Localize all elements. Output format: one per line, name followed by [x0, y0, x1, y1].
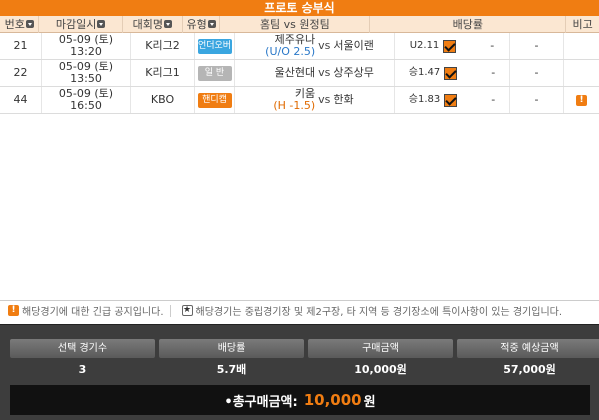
table-row: 44 05-09 (토) 16:50 KBO 핸디캡 키움 (H -1.5) vs … — [0, 87, 599, 114]
match-teams: 키움 (H -1.5) vs 한화 — [235, 87, 395, 113]
col-header-number[interactable]: 번호 — [0, 16, 40, 33]
table-row: 22 05-09 (토) 13:50 K리그1 일 반 울산현대 vs 상주상무 … — [0, 60, 599, 87]
match-table: 번호 마감일시 대회명 유형 홈팀 vs 원정팀 배당률 비고 21 05-09… — [0, 16, 599, 114]
summary-header-expected: 적중 예상금액 — [457, 339, 599, 358]
summary-header-games: 선택 경기수 — [10, 339, 155, 358]
selected-games-count: 3 — [78, 363, 87, 376]
col-header-type[interactable]: 유형 — [183, 16, 221, 33]
match-number: 22 — [0, 60, 42, 86]
total-odds: 5.7배 — [216, 363, 247, 376]
odds-away: - — [510, 60, 564, 86]
col-header-league[interactable]: 대회명 — [123, 16, 183, 33]
odds-value: U2.11 — [409, 40, 440, 51]
odds-selection[interactable]: 승1.47 - — [395, 60, 510, 86]
expected-winnings: 57,000원 — [503, 363, 556, 376]
handicap-label: (H -1.5) — [273, 99, 316, 112]
match-teams: 제주유나 (U/O 2.5) vs 서울이랜 — [235, 33, 395, 59]
col-header-note: 비고 — [572, 18, 593, 31]
total-amount: 10,000 — [303, 391, 362, 409]
summary-values: 3 5.7배 10,000원 57,000원 — [10, 363, 599, 377]
odds-selection[interactable]: 승1.83 - — [395, 87, 510, 113]
sort-icon — [25, 20, 34, 28]
odds-value: 승1.83 — [408, 94, 441, 105]
table-header: 번호 마감일시 대회명 유형 홈팀 vs 원정팀 배당률 비고 — [0, 16, 599, 33]
odds-draw: - — [491, 93, 496, 106]
urgent-notice-text: 해당경기에 대한 긴급 공지입니다. — [22, 307, 164, 318]
notice-bar: ! 해당경기에 대한 긴급 공지입니다. ★ 해당경기는 중립경기장 및 제2구… — [0, 300, 599, 320]
odds-checkbox[interactable] — [444, 93, 458, 107]
home-team: 울산현대 — [274, 66, 316, 79]
type-badge: 언더오버 — [197, 38, 232, 54]
warning-icon[interactable]: ! — [576, 94, 587, 106]
odds-draw: - — [490, 39, 495, 52]
match-teams: 울산현대 vs 상주상무 — [235, 60, 395, 86]
league: KBO — [131, 87, 195, 113]
deadline: 05-09 (토) 13:50 — [42, 60, 131, 86]
note-cell: ! — [564, 87, 599, 113]
total-label: •총구매금액: — [224, 394, 298, 410]
odds-away: - — [510, 33, 564, 59]
type-badge: 핸디캡 — [197, 92, 232, 108]
urgent-notice-icon: ! — [8, 305, 19, 316]
match-number: 21 — [0, 33, 42, 59]
venue-notice-text: 해당경기는 중립경기장 및 제2구장, 타 지역 등 경기장소에 특이사항이 있… — [195, 307, 563, 318]
vs-label: vs — [318, 93, 331, 106]
sort-icon — [207, 20, 216, 28]
odds-selection[interactable]: U2.11 - — [395, 33, 510, 59]
deadline: 05-09 (토) 13:20 — [42, 33, 131, 59]
summary-header-amount: 구매금액 — [308, 339, 453, 358]
deadline: 05-09 (토) 16:50 — [42, 87, 131, 113]
purchase-summary: 선택 경기수 배당률 구매금액 적중 예상금액 3 5.7배 10,000원 5… — [0, 324, 599, 420]
sort-icon — [97, 20, 106, 28]
purchase-amount: 10,000원 — [354, 363, 407, 376]
league: K리그2 — [131, 33, 195, 59]
handicap-label: (U/O 2.5) — [265, 45, 316, 58]
note-cell — [564, 33, 599, 59]
away-team: 상주상무 — [333, 66, 374, 79]
col-header-odds: 배당률 — [370, 16, 567, 33]
away-team: 서울이랜 — [333, 39, 374, 52]
table-row: 21 05-09 (토) 13:20 K리그2 언더오버 제주유나 (U/O 2.5… — [0, 33, 599, 60]
total-purchase-bar: •총구매금액: 10,000 원 — [10, 385, 590, 415]
vs-label: vs — [318, 66, 331, 79]
summary-headers: 선택 경기수 배당률 구매금액 적중 예상금액 — [10, 339, 599, 358]
col-header-deadline[interactable]: 마감일시 — [39, 16, 123, 33]
match-number: 44 — [0, 87, 42, 113]
col-header-match: 홈팀 vs 원정팀 — [220, 16, 371, 33]
total-unit: 원 — [363, 394, 376, 410]
odds-draw: - — [491, 66, 496, 79]
sort-icon — [164, 20, 173, 28]
summary-header-odds: 배당률 — [159, 339, 304, 358]
odds-checkbox[interactable] — [444, 66, 458, 80]
vs-label: vs — [318, 39, 331, 52]
page-title: 프로토 승부식 — [0, 0, 599, 16]
note-cell — [564, 60, 599, 86]
odds-checkbox[interactable] — [443, 39, 457, 53]
odds-value: 승1.47 — [408, 67, 441, 78]
venue-notice-icon: ★ — [181, 305, 193, 316]
divider — [169, 304, 171, 317]
type-badge: 일 반 — [197, 65, 232, 81]
league: K리그1 — [131, 60, 195, 86]
odds-away: - — [510, 87, 564, 113]
away-team: 한화 — [333, 93, 354, 106]
